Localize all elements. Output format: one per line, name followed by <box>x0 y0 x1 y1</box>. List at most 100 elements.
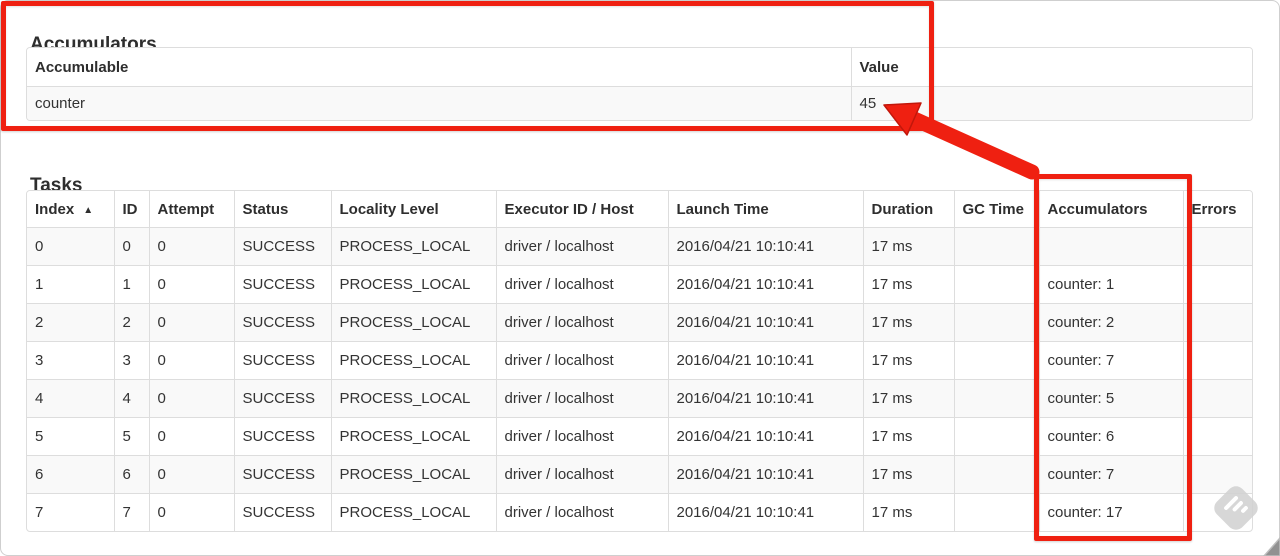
col-header-attempt[interactable]: Attempt <box>148 191 234 228</box>
cell-accumulators: counter: 5 <box>1038 379 1183 418</box>
cell-status: SUCCESS <box>233 455 331 494</box>
cell-accumulators: counter: 6 <box>1038 417 1183 456</box>
cell-executor-host: driver / localhost <box>495 417 668 456</box>
col-header-launch-time[interactable]: Launch Time <box>667 191 863 228</box>
cell-index: 7 <box>27 493 114 531</box>
task-row: 5 5 0 SUCCESS PROCESS_LOCAL driver / loc… <box>27 417 1252 456</box>
cell-attempt: 0 <box>148 493 234 531</box>
col-header-value: Value <box>850 48 1252 87</box>
cell-locality-level: PROCESS_LOCAL <box>330 303 496 342</box>
cell-accumulators: counter: 7 <box>1038 341 1183 380</box>
cell-locality-level: PROCESS_LOCAL <box>330 455 496 494</box>
cell-locality-level: PROCESS_LOCAL <box>330 417 496 456</box>
cell-index: 3 <box>27 341 114 380</box>
accumulators-header-row: Accumulable Value <box>27 48 1252 87</box>
cell-accumulators: counter: 17 <box>1038 493 1183 531</box>
cell-index: 6 <box>27 455 114 494</box>
cell-executor-host: driver / localhost <box>495 227 668 266</box>
cell-locality-level: PROCESS_LOCAL <box>330 341 496 380</box>
cell-gc-time <box>953 417 1039 456</box>
cell-accumulators: counter: 1 <box>1038 265 1183 304</box>
cell-gc-time <box>953 303 1039 342</box>
cell-index: 0 <box>27 227 114 266</box>
cell-launch-time: 2016/04/21 10:10:41 <box>667 493 863 531</box>
cell-gc-time <box>953 227 1039 266</box>
col-header-errors[interactable]: Errors <box>1182 191 1252 228</box>
cell-attempt: 0 <box>148 417 234 456</box>
task-row: 6 6 0 SUCCESS PROCESS_LOCAL driver / loc… <box>27 455 1252 494</box>
cell-executor-host: driver / localhost <box>495 379 668 418</box>
cell-index: 5 <box>27 417 114 456</box>
col-header-executor-host[interactable]: Executor ID / Host <box>495 191 668 228</box>
cell-locality-level: PROCESS_LOCAL <box>330 265 496 304</box>
cell-id: 4 <box>113 379 149 418</box>
cell-launch-time: 2016/04/21 10:10:41 <box>667 379 863 418</box>
col-header-index-label: Index <box>35 200 75 218</box>
cell-errors <box>1182 227 1252 266</box>
col-header-index[interactable]: Index ▲ <box>27 191 114 228</box>
cell-accumulators <box>1038 227 1183 266</box>
col-header-duration[interactable]: Duration <box>862 191 954 228</box>
cell-gc-time <box>953 265 1039 304</box>
cell-errors <box>1182 417 1252 456</box>
cell-id: 0 <box>113 227 149 266</box>
cell-duration: 17 ms <box>862 455 954 494</box>
cell-accumulators: counter: 2 <box>1038 303 1183 342</box>
cell-gc-time <box>953 341 1039 380</box>
cell-gc-time <box>953 379 1039 418</box>
cell-gc-time <box>953 455 1039 494</box>
cell-attempt: 0 <box>148 379 234 418</box>
cell-duration: 17 ms <box>862 341 954 380</box>
accumulators-table: Accumulable Value counter 45 <box>26 47 1253 121</box>
cell-attempt: 0 <box>148 265 234 304</box>
cell-launch-time: 2016/04/21 10:10:41 <box>667 417 863 456</box>
cell-attempt: 0 <box>148 341 234 380</box>
cell-duration: 17 ms <box>862 265 954 304</box>
cell-duration: 17 ms <box>862 417 954 456</box>
cell-accumulable-value: 45 <box>850 86 1252 120</box>
cell-launch-time: 2016/04/21 10:10:41 <box>667 227 863 266</box>
cell-executor-host: driver / localhost <box>495 455 668 494</box>
task-row: 3 3 0 SUCCESS PROCESS_LOCAL driver / loc… <box>27 341 1252 380</box>
cell-duration: 17 ms <box>862 303 954 342</box>
task-row: 7 7 0 SUCCESS PROCESS_LOCAL driver / loc… <box>27 493 1252 531</box>
cell-executor-host: driver / localhost <box>495 493 668 531</box>
col-header-accumulators[interactable]: Accumulators <box>1038 191 1183 228</box>
cell-attempt: 0 <box>148 303 234 342</box>
cell-id: 5 <box>113 417 149 456</box>
cell-status: SUCCESS <box>233 303 331 342</box>
cell-launch-time: 2016/04/21 10:10:41 <box>667 265 863 304</box>
cell-errors <box>1182 379 1252 418</box>
cell-status: SUCCESS <box>233 341 331 380</box>
cell-status: SUCCESS <box>233 493 331 531</box>
sort-ascending-icon: ▲ <box>83 204 94 216</box>
col-header-status[interactable]: Status <box>233 191 331 228</box>
tasks-header-row: Index ▲ ID Attempt Status Locality Level … <box>27 191 1252 228</box>
cell-errors <box>1182 303 1252 342</box>
col-header-accumulable: Accumulable <box>27 48 851 87</box>
col-header-locality-level[interactable]: Locality Level <box>330 191 496 228</box>
cell-accumulators: counter: 7 <box>1038 455 1183 494</box>
cell-id: 6 <box>113 455 149 494</box>
cell-executor-host: driver / localhost <box>495 303 668 342</box>
cell-duration: 17 ms <box>862 227 954 266</box>
cell-gc-time <box>953 493 1039 531</box>
cell-launch-time: 2016/04/21 10:10:41 <box>667 303 863 342</box>
cell-errors <box>1182 341 1252 380</box>
col-header-id[interactable]: ID <box>113 191 149 228</box>
task-row: 2 2 0 SUCCESS PROCESS_LOCAL driver / loc… <box>27 303 1252 342</box>
col-header-gc-time[interactable]: GC Time <box>953 191 1039 228</box>
cell-duration: 17 ms <box>862 493 954 531</box>
cell-index: 2 <box>27 303 114 342</box>
cell-id: 2 <box>113 303 149 342</box>
cell-id: 7 <box>113 493 149 531</box>
task-row: 4 4 0 SUCCESS PROCESS_LOCAL driver / loc… <box>27 379 1252 418</box>
cell-index: 4 <box>27 379 114 418</box>
cursor-artifact <box>1262 536 1280 556</box>
cell-id: 1 <box>113 265 149 304</box>
cell-executor-host: driver / localhost <box>495 265 668 304</box>
accumulator-row: counter 45 <box>27 86 1252 120</box>
cell-accumulable-name: counter <box>27 86 851 120</box>
cell-status: SUCCESS <box>233 379 331 418</box>
cell-status: SUCCESS <box>233 265 331 304</box>
